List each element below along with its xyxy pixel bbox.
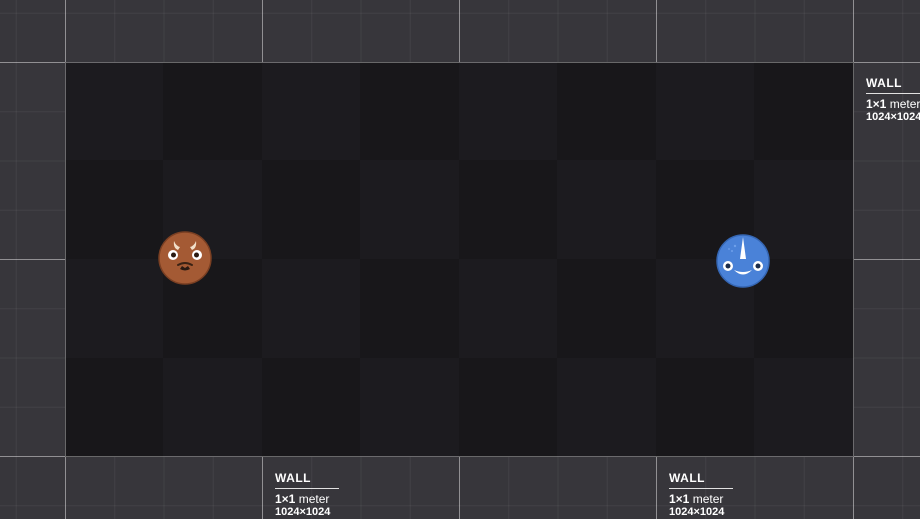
wall-label-resolution: 1024×1024 (866, 111, 920, 123)
wall-divider (0, 259, 65, 260)
wall-divider (459, 0, 460, 62)
wall-divider (0, 62, 65, 63)
floor-tile (459, 259, 557, 358)
wall-size-value: 1×1 (275, 492, 296, 506)
wall-divider (262, 457, 263, 519)
wall-divider (0, 456, 65, 457)
floor-tile (557, 358, 656, 457)
wall-label-size: 1×1 meter (866, 97, 920, 111)
floor-tile (360, 358, 459, 457)
floor-tile (656, 62, 754, 160)
player-unicorn[interactable] (715, 233, 771, 289)
wall-divider (656, 0, 657, 62)
wall-label-bottom-right: WALL 1×1 meter 1024×1024 (669, 469, 733, 518)
wall-label-title: WALL (275, 471, 339, 489)
floor-tile (459, 62, 557, 160)
unicorn-face-icon (716, 234, 770, 288)
wall-label-size: 1×1 meter (669, 492, 733, 506)
wall-divider (854, 456, 920, 457)
floor-tile (557, 160, 656, 259)
wall-divider (854, 259, 920, 260)
wall-divider (65, 457, 66, 519)
wall-size-unit: meter (889, 97, 920, 111)
wall-size-unit: meter (298, 492, 330, 506)
floor-tile (262, 259, 360, 358)
floor-tile (65, 62, 163, 160)
player-bull[interactable] (158, 231, 212, 285)
bull-face-icon (158, 231, 212, 285)
wall-divider (65, 0, 66, 62)
wall-label-size: 1×1 meter (275, 492, 339, 506)
wall-divider (853, 457, 854, 519)
floor-tile (163, 358, 262, 457)
wall-label-title: WALL (866, 76, 920, 94)
wall-label-resolution: 1024×1024 (669, 506, 725, 518)
wall-divider (656, 457, 657, 519)
wall-label-bottom-left: WALL 1×1 meter 1024×1024 (275, 469, 339, 518)
floor-tile (65, 259, 163, 358)
wall-divider (854, 62, 920, 63)
wall-size-value: 1×1 (669, 492, 690, 506)
wall-label-right: WALL 1×1 meter 1024×1024 (866, 74, 920, 123)
wall-label-resolution: 1024×1024 (275, 506, 331, 518)
wall-size-value: 1×1 (866, 97, 887, 111)
floor-tile (360, 160, 459, 259)
floor-tile (262, 62, 360, 160)
wall-label-title: WALL (669, 471, 733, 489)
floor-tile (754, 358, 854, 457)
wall-divider (853, 0, 854, 62)
wall-divider (262, 0, 263, 62)
wall-divider (459, 457, 460, 519)
wall-size-unit: meter (692, 492, 724, 506)
